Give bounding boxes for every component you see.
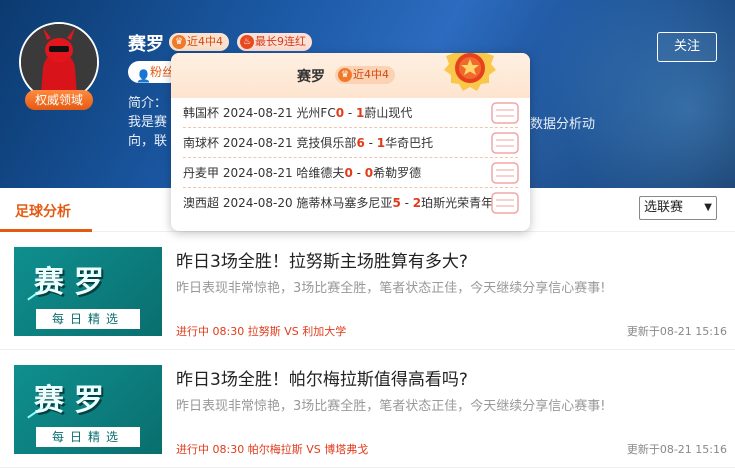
match-away: 蔚山现代: [364, 106, 413, 120]
match-home: 哈维德夫: [296, 166, 345, 180]
league-select-value: 选联赛: [644, 200, 684, 215]
thumb-title: 赛罗: [34, 383, 114, 418]
thumb-strip: 每日精选: [36, 427, 140, 447]
match-away: 华奇巴托: [385, 136, 434, 150]
article-item[interactable]: 赛罗 每日精选 昨日3场全胜！拉努斯主场胜算有多大? 昨日表现非常惊艳，3场比赛…: [0, 232, 735, 350]
article-match-info: 进行中 08:30 帕尔梅拉斯 VS 博塔弗戈: [176, 443, 369, 456]
league-select[interactable]: 选联赛 ▼: [639, 196, 717, 220]
streak-text: 最长9连红: [255, 35, 306, 48]
medal-icon: [444, 53, 496, 91]
popup-user-name: 赛罗: [297, 69, 325, 85]
article-match-info: 进行中 08:30 拉努斯 VS 利加大学: [176, 325, 347, 338]
record-popup: 赛罗 ♛ 近4中4 韩国杯 2024-08-21 光州FC0 - 1蔚山现代 南…: [171, 53, 530, 231]
streak-tag: ♨ 最长9连红: [237, 33, 312, 51]
match-league: 丹麦甲: [183, 166, 220, 180]
match-row[interactable]: 澳西超 2024-08-20 施蒂林马塞多尼亚5 - 2珀斯光荣青年: [183, 188, 519, 218]
popup-record-tag: ♛ 近4中4: [335, 66, 395, 84]
article-title[interactable]: 昨日3场全胜！拉努斯主场胜算有多大?: [176, 247, 468, 272]
hit-stamp-icon: [491, 162, 519, 184]
article-thumbnail[interactable]: 赛罗 每日精选: [14, 247, 162, 336]
article-item[interactable]: 赛罗 每日精选 昨日3场全胜！帕尔梅拉斯值得高看吗? 昨日表现非常惊艳，3场比赛…: [0, 350, 735, 468]
match-date: 2024-08-21: [222, 166, 293, 180]
user-name: 赛罗: [128, 34, 164, 55]
match-row[interactable]: 丹麦甲 2024-08-21 哈维德夫0 - 0希勒罗德: [183, 158, 519, 188]
intro-text-right: 数据分析动: [530, 117, 596, 132]
hit-stamp-icon: [491, 192, 519, 214]
user-icon: 👤: [136, 69, 151, 83]
match-away-score: 1: [376, 136, 386, 150]
tab-football-analysis[interactable]: 足球分析: [15, 201, 71, 221]
hit-stamp-icon: [491, 132, 519, 154]
match-score-separator: -: [364, 136, 377, 150]
match-home: 竞技俱乐部: [296, 136, 357, 150]
article-title[interactable]: 昨日3场全胜！帕尔梅拉斯值得高看吗?: [176, 365, 468, 390]
article-update-time: 更新于08-21 15:16: [626, 325, 727, 338]
match-home-score: 6: [356, 136, 365, 150]
match-row[interactable]: 南球杯 2024-08-21 竞技俱乐部6 - 1华奇巴托: [183, 128, 519, 158]
article-update-time: 更新于08-21 15:16: [626, 443, 727, 456]
match-home-score: 0: [335, 106, 345, 120]
follow-button[interactable]: 关注: [657, 32, 717, 62]
match-row[interactable]: 韩国杯 2024-08-21 光州FC0 - 1蔚山现代: [183, 98, 519, 128]
match-league: 澳西超: [183, 196, 220, 210]
trophy-icon: ♛: [338, 68, 352, 82]
recent-record-tag: ♛ 近4中4: [169, 33, 229, 51]
popup-header: 赛罗 ♛ 近4中4: [171, 53, 530, 98]
popup-match-list: 韩国杯 2024-08-21 光州FC0 - 1蔚山现代 南球杯 2024-08…: [171, 98, 530, 218]
avatar-robot-icon: [21, 24, 97, 100]
match-league: 韩国杯: [183, 106, 220, 120]
match-away-score: 2: [412, 196, 422, 210]
authority-badge: 权威领域: [25, 90, 93, 110]
trophy-icon: ♛: [172, 35, 186, 49]
recent-record-text: 近4中4: [187, 35, 223, 48]
match-home-score: 5: [392, 196, 401, 210]
match-home: 施蒂林马塞多尼亚: [296, 196, 393, 210]
thumb-strip: 每日精选: [36, 309, 140, 329]
match-away: 希勒罗德: [373, 166, 422, 180]
match-home-score: 0: [344, 166, 353, 180]
article-thumbnail[interactable]: 赛罗 每日精选: [14, 365, 162, 454]
match-date: 2024-08-21: [222, 106, 293, 120]
match-away: 珀斯光荣青年: [421, 196, 494, 210]
match-league: 南球杯: [183, 136, 220, 150]
popup-record-text: 近4中4: [353, 68, 389, 81]
thumb-title: 赛罗: [34, 265, 114, 300]
flame-icon: ♨: [240, 35, 254, 49]
chevron-down-icon: ▼: [704, 202, 712, 213]
article-desc: 昨日表现非常惊艳，3场比赛全胜，笔者状态正佳，今天继续分享信心赛事!: [176, 399, 606, 414]
match-home: 光州FC: [296, 106, 336, 120]
match-date: 2024-08-21: [222, 136, 293, 150]
match-score-separator: -: [352, 166, 365, 180]
match-score-separator: -: [400, 196, 413, 210]
article-desc: 昨日表现非常惊艳，3场比赛全胜，笔者状态正佳，今天继续分享信心赛事!: [176, 281, 606, 296]
match-away-score: 0: [364, 166, 374, 180]
hit-stamp-icon: [491, 102, 519, 124]
match-date: 2024-08-20: [222, 196, 293, 210]
match-score-separator: -: [344, 106, 357, 120]
